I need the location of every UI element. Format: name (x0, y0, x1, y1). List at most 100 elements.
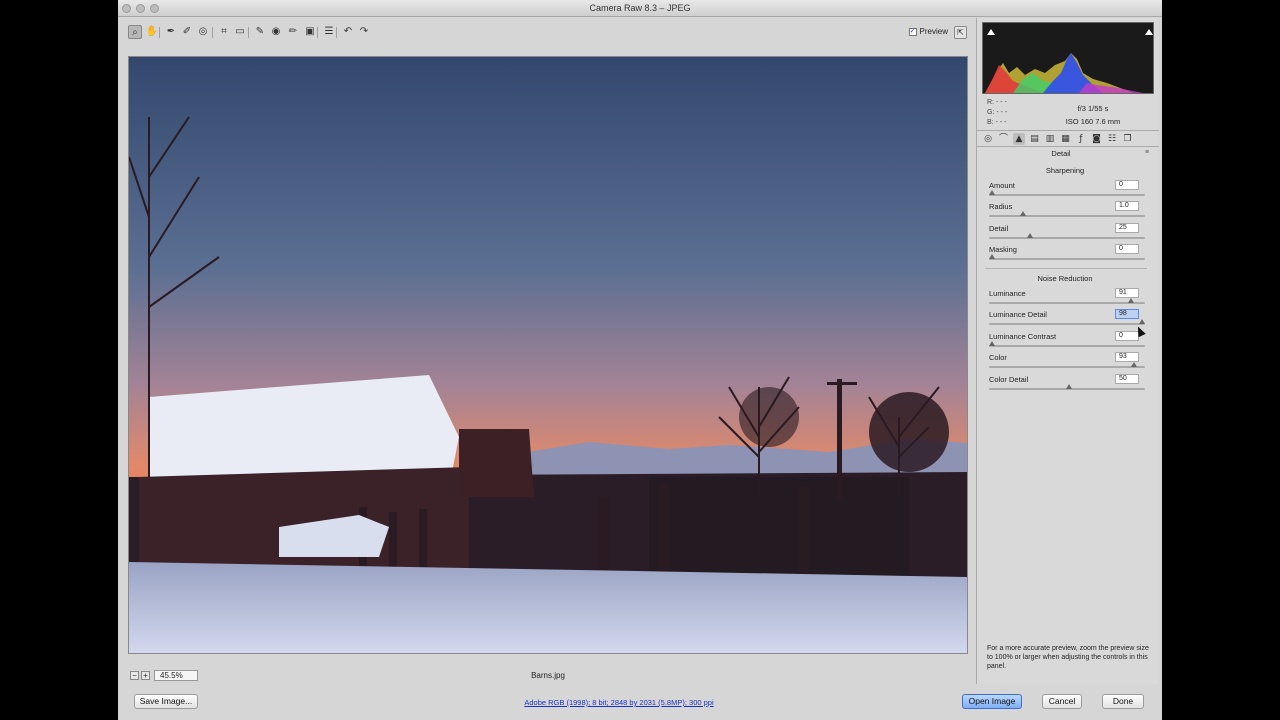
minimize-window-button[interactable] (136, 4, 145, 13)
panel-tabs: ◎ ⌒ ▲ ▤ ▥ ▦ ƒ ◙ ☷ ❐ (977, 130, 1159, 147)
done-button[interactable]: Done (1102, 694, 1144, 709)
hand-icon[interactable]: ✋ (145, 25, 159, 39)
spot-removal-icon[interactable]: ✎ (253, 25, 267, 39)
title-bar: Camera Raw 8.3 – JPEG (118, 0, 1162, 17)
toolbar-separator (317, 27, 318, 38)
luminance-detail-slider-row: Luminance Detail 98 (989, 309, 1147, 331)
rgb-readout: R: - - - G: - - - B: - - - (987, 98, 1007, 128)
color-detail-label: Color Detail (989, 374, 1029, 384)
snapshots-icon[interactable]: ❐ (1122, 133, 1134, 145)
white-balance-icon[interactable]: ✒ (164, 25, 178, 39)
color-detail-slider-row: Color Detail 50 (989, 373, 1147, 396)
detail-value-field[interactable]: 25 (1115, 222, 1139, 233)
luminance-label: Luminance (989, 289, 1026, 298)
preferences-icon[interactable]: ☰ (322, 25, 336, 39)
color-sampler-icon[interactable]: ✐ (180, 25, 194, 39)
close-window-button[interactable] (122, 4, 131, 13)
green-readout: G: - - - (987, 109, 1008, 116)
adjustment-panel: R: - - - G: - - - B: - - - f/3 1/55 s IS… (976, 18, 1159, 684)
window-title: Camera Raw 8.3 – JPEG (589, 3, 691, 13)
sharpening-heading: Sharpening (1045, 166, 1085, 175)
tool-bar: ⌕ ✋ ✒ ✐ ◎ ⌗ ▭ ✎ ◉ ✏ ▣ ☰ ↶ ↷ (118, 18, 974, 48)
rotate-right-icon[interactable]: ↷ (357, 25, 371, 39)
panel-title: Detail (1051, 149, 1071, 158)
luminance-slider-row: Luminance 91 (989, 288, 1147, 310)
masking-value-field[interactable]: 0 (1115, 244, 1139, 255)
presets-icon[interactable]: ☷ (1106, 133, 1118, 145)
toolbar-separator (212, 27, 213, 38)
effects-icon[interactable]: ƒ (1075, 133, 1087, 145)
noise-reduction-heading: Noise Reduction (1037, 274, 1093, 283)
highlight-clipping-icon[interactable] (1145, 29, 1153, 35)
graduated-filter-icon[interactable]: ▣ (303, 25, 317, 39)
zoom-hint-note: For a more accurate preview, zoom the pr… (987, 645, 1149, 670)
zoom-icon[interactable]: ⌕ (128, 25, 142, 39)
luminance-detail-value-field[interactable]: 98 (1115, 309, 1139, 320)
masking-slider-track[interactable] (989, 258, 1145, 261)
camera-calibration-icon[interactable]: ◙ (1091, 133, 1103, 145)
red-eye-icon[interactable]: ◉ (269, 25, 283, 39)
luminance-contrast-label: Luminance Contrast (989, 331, 1057, 341)
color-slider-thumb[interactable] (1131, 362, 1138, 368)
amount-value-field[interactable]: 0 (1115, 180, 1139, 190)
color-detail-slider-thumb[interactable] (1065, 383, 1072, 389)
luminance-contrast-slider-row: Luminance Contrast 0 (989, 330, 1147, 353)
status-bar: − + 45.5% Barns.jpg (128, 668, 968, 683)
masking-slider-thumb[interactable] (989, 254, 995, 260)
color-slider-track[interactable] (989, 366, 1145, 369)
camera-raw-window: Camera Raw 8.3 – JPEG ⌕ ✋ ✒ ✐ ◎ ⌗ ▭ ✎ ◉ ✏ ▣ ☰ ↶ ↷ ✓ P… (118, 0, 1162, 720)
radius-label: Radius (989, 202, 1013, 212)
red-readout: R: - - - (987, 99, 1007, 106)
color-detail-value-field[interactable]: 50 (1115, 373, 1139, 384)
preview-checkbox[interactable]: ✓ (908, 27, 917, 36)
shadow-clipping-icon[interactable] (987, 29, 995, 35)
amount-slider-row: Amount 0 (989, 180, 1147, 202)
iso-focal-length: ISO 160 7.6 mm (1065, 117, 1121, 126)
detail-slider-track[interactable] (989, 236, 1145, 239)
amount-slider-thumb[interactable] (989, 190, 995, 195)
radius-slider-thumb[interactable] (1019, 211, 1026, 217)
adjustment-brush-icon[interactable]: ✏ (286, 25, 300, 39)
hsl-icon[interactable]: ▤ (1029, 133, 1041, 145)
masking-slider-row: Masking 0 (989, 244, 1147, 266)
masking-label: Masking (989, 245, 1017, 255)
crop-icon[interactable]: ⌗ (217, 25, 231, 39)
rotate-left-icon[interactable]: ↶ (341, 25, 355, 39)
luminance-value-field[interactable]: 91 (1115, 288, 1139, 298)
luminance-detail-slider-thumb[interactable] (1138, 319, 1145, 325)
amount-slider-track[interactable] (989, 194, 1145, 196)
color-label: Color (989, 353, 1007, 363)
detail-slider-thumb[interactable] (1027, 232, 1034, 238)
histogram-graph (985, 53, 1143, 93)
preview-label: Preview (919, 27, 948, 36)
preview-toggle[interactable]: ✓ Preview (908, 27, 948, 36)
histogram (982, 22, 1154, 94)
tone-curve-icon[interactable]: ⌒ (998, 133, 1010, 145)
radius-slider-track[interactable] (989, 215, 1145, 218)
luminance-contrast-slider-thumb[interactable] (989, 340, 995, 346)
straighten-icon[interactable]: ▭ (233, 25, 247, 39)
luminance-slider-track[interactable] (989, 302, 1145, 304)
section-divider (985, 268, 1147, 269)
zoom-window-button[interactable] (150, 4, 159, 13)
cancel-button[interactable]: Cancel (1042, 694, 1082, 709)
fullscreen-toggle-icon[interactable]: ⇱ (954, 26, 967, 39)
split-toning-icon[interactable]: ▥ (1044, 133, 1056, 145)
radius-value-field[interactable]: 1.0 (1115, 201, 1139, 212)
lens-corrections-icon[interactable]: ▦ (1060, 133, 1072, 145)
barns-photo (129, 57, 967, 653)
toolbar-separator (159, 27, 160, 38)
image-preview[interactable] (128, 56, 968, 654)
open-image-button[interactable]: Open Image (962, 694, 1022, 709)
panel-menu-icon[interactable]: ≡ (1145, 149, 1149, 156)
blue-readout: B: - - - (987, 119, 1007, 126)
detail-label: Detail (989, 223, 1009, 233)
color-value-field[interactable]: 93 (1115, 352, 1139, 363)
luminance-contrast-slider-track[interactable] (989, 344, 1145, 347)
luminance-detail-slider-track[interactable] (989, 323, 1145, 326)
targeted-adjustment-icon[interactable]: ◎ (196, 25, 210, 39)
basic-icon[interactable]: ◎ (982, 133, 994, 145)
detail-icon[interactable]: ▲ (1013, 133, 1025, 145)
luminance-slider-thumb[interactable] (1128, 298, 1135, 303)
amount-label: Amount (989, 181, 1015, 190)
